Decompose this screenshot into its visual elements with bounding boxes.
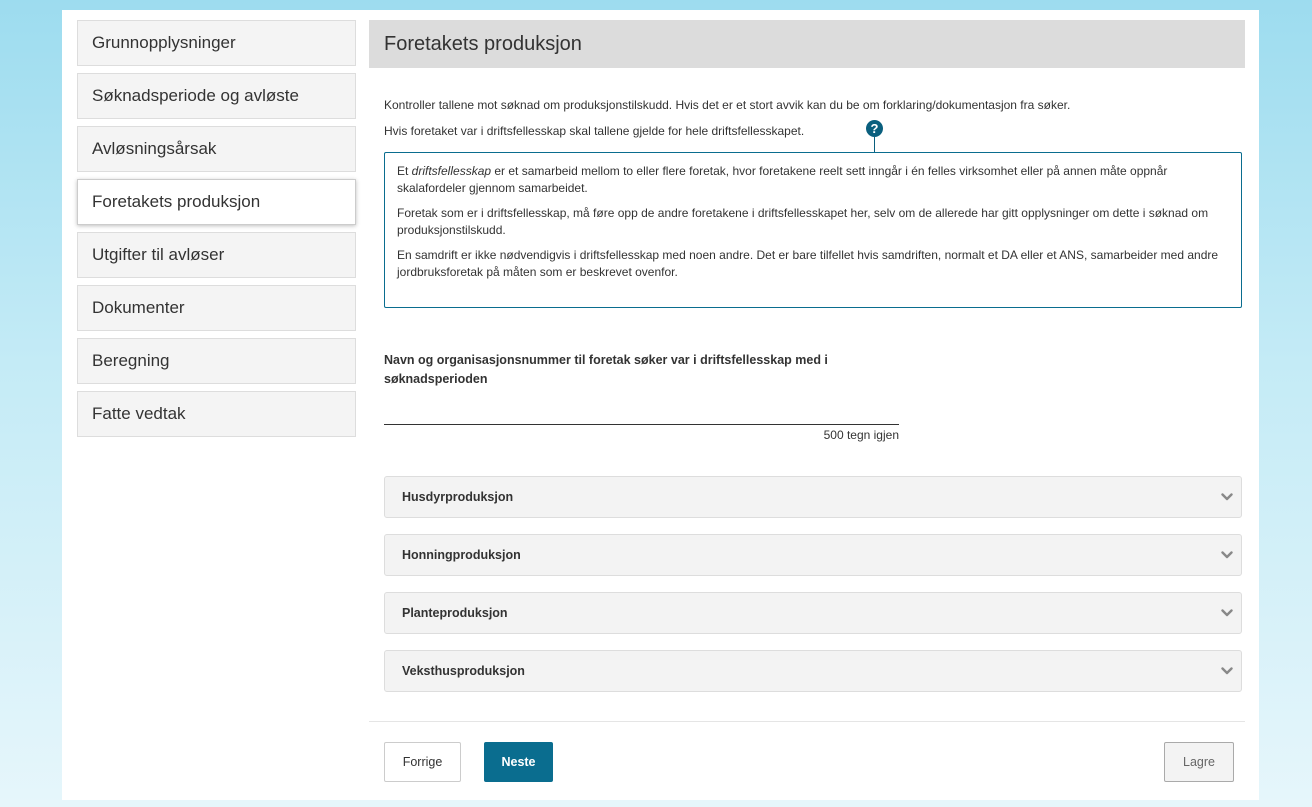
form-footer: Forrige Neste Lagre [369,721,1245,797]
accordion-husdyrproduksjon[interactable]: Husdyrproduksjon [384,476,1242,518]
question-circle-icon[interactable]: ? [866,120,883,137]
accordion-label: Veksthusproduksjon [402,664,525,678]
info-p1-start: Et [397,164,412,178]
char-counter: 500 tegn igjen [823,428,899,442]
intro-text: Kontroller tallene mot søknad om produks… [384,98,1071,112]
page-container: Grunnopplysninger Søknadsperiode og avlø… [62,10,1259,800]
previous-button[interactable]: Forrige [384,742,461,782]
sidebar-item-soknadsperiode[interactable]: Søknadsperiode og avløste [77,73,356,119]
sidebar-nav: Grunnopplysninger Søknadsperiode og avlø… [77,20,356,444]
help-infobox: Et driftsfellesskap er et samarbeid mell… [384,152,1242,308]
main-content: Foretakets produksjon Kontroller tallene… [369,20,1245,796]
accordion-honningproduksjon[interactable]: Honningproduksjon [384,534,1242,576]
sidebar-item-beregning[interactable]: Beregning [77,338,356,384]
info-p1-rest: er et samarbeid mellom to eller flere fo… [397,164,1168,195]
sidebar-item-avlosningsarsak[interactable]: Avløsningsårsak [77,126,356,172]
chevron-down-icon [1221,493,1233,501]
accordion-label: Honningproduksjon [402,548,521,562]
sidebar-item-dokumenter[interactable]: Dokumenter [77,285,356,331]
sidebar-item-fatte-vedtak[interactable]: Fatte vedtak [77,391,356,437]
chevron-down-icon [1221,551,1233,559]
info-paragraph-2: Foretak som er i driftsfellesskap, må fø… [397,206,1209,237]
next-button[interactable]: Neste [484,742,553,782]
accordion-veksthusproduksjon[interactable]: Veksthusproduksjon [384,650,1242,692]
driftsfellesskap-field-label: Navn og organisasjonsnummer til foretak … [384,353,828,386]
page-title: Foretakets produksjon [369,20,1245,68]
chevron-down-icon [1221,667,1233,675]
intro-text-2: Hvis foretaket var i driftsfellesskap sk… [384,124,805,138]
save-button[interactable]: Lagre [1164,742,1234,782]
info-p1-term: driftsfellesskap [411,164,492,178]
help-pointer [874,137,875,152]
driftsfellesskap-input[interactable] [384,403,899,425]
accordion-planteproduksjon[interactable]: Planteproduksjon [384,592,1242,634]
info-paragraph-1: Et driftsfellesskap er et samarbeid mell… [397,163,1229,197]
accordion-label: Planteproduksjon [402,606,508,620]
sidebar-item-utgifter[interactable]: Utgifter til avløser [77,232,356,278]
accordion-label: Husdyrproduksjon [402,490,514,504]
sidebar-item-foretakets-produksjon[interactable]: Foretakets produksjon [77,179,356,225]
chevron-down-icon [1221,609,1233,617]
info-paragraph-3: En samdrift er ikke nødvendigvis i drift… [397,248,1219,279]
sidebar-item-grunnopplysninger[interactable]: Grunnopplysninger [77,20,356,66]
